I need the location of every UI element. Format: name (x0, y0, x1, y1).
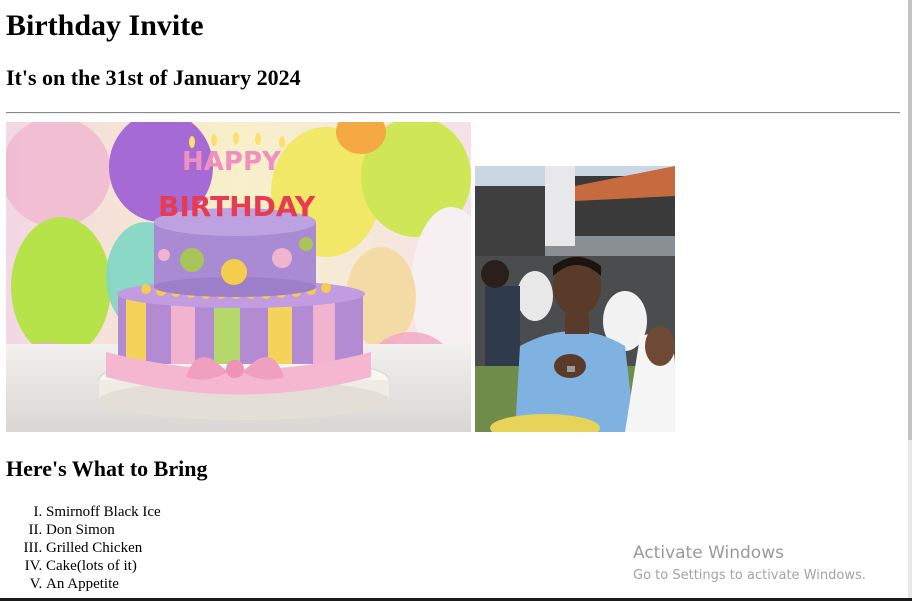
scrollbar-thumb[interactable] (908, 0, 912, 440)
bring-list: Smirnoff Black Ice Don Simon Grilled Chi… (0, 503, 161, 593)
bring-list-heading: Here's What to Bring (6, 456, 208, 481)
party-guest-photo (475, 166, 675, 432)
birthday-cake-image: HAPPY BIRTHDAY (6, 122, 471, 432)
list-item: Cake(lots of it) (46, 557, 161, 575)
activation-watermark-subtitle: Go to Settings to activate Windows. (633, 568, 866, 583)
activation-watermark-title: Activate Windows (633, 543, 784, 563)
cake-topper-line2: BIRTHDAY (158, 190, 316, 223)
list-item: Grilled Chicken (46, 539, 161, 557)
cake-topper-line1: HAPPY (182, 147, 282, 177)
horizontal-rule (6, 112, 900, 114)
vertical-scrollbar[interactable] (908, 0, 912, 598)
list-item: Smirnoff Black Ice (46, 503, 161, 521)
event-date-heading: It's on the 31st of January 2024 (6, 65, 301, 90)
list-item: Don Simon (46, 521, 161, 539)
page-title: Birthday Invite (6, 9, 204, 42)
list-item: An Appetite (46, 575, 161, 593)
